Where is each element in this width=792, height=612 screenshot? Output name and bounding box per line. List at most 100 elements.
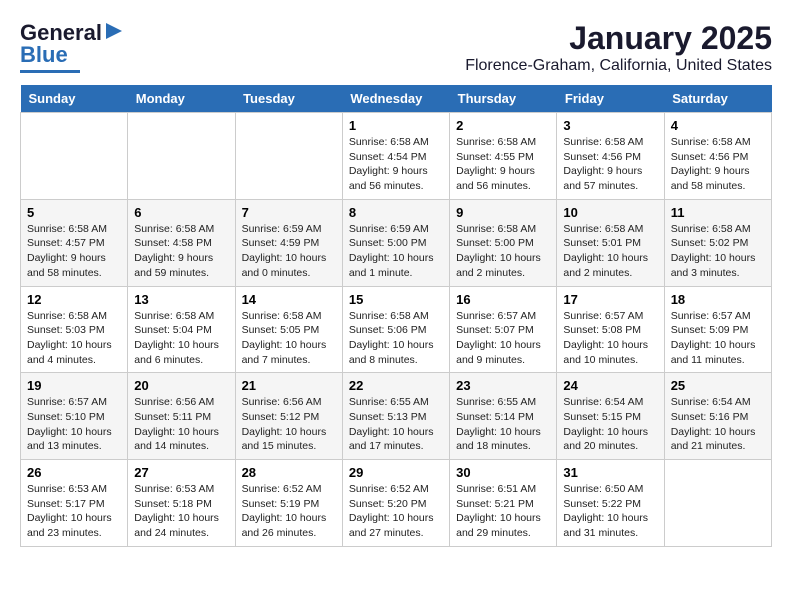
day-number: 5 — [27, 205, 121, 220]
calendar-cell: 13 Sunrise: 6:58 AM Sunset: 5:04 PM Dayl… — [128, 286, 235, 373]
sunset-text: Sunset: 5:13 PM — [349, 411, 427, 423]
day-number: 8 — [349, 205, 443, 220]
header-tuesday: Tuesday — [235, 85, 342, 113]
day-number: 10 — [563, 205, 657, 220]
sunrise-text: Sunrise: 6:57 AM — [456, 310, 536, 322]
daylight-text: Daylight: 10 hours and 20 minutes. — [563, 426, 648, 453]
sunrise-text: Sunrise: 6:57 AM — [27, 396, 107, 408]
sunrise-text: Sunrise: 6:55 AM — [456, 396, 536, 408]
logo-blue: Blue — [20, 42, 68, 68]
calendar-cell: 15 Sunrise: 6:58 AM Sunset: 5:06 PM Dayl… — [342, 286, 449, 373]
calendar-cell: 8 Sunrise: 6:59 AM Sunset: 5:00 PM Dayli… — [342, 199, 449, 286]
daylight-text: Daylight: 10 hours and 8 minutes. — [349, 339, 434, 366]
day-number: 14 — [242, 292, 336, 307]
calendar-cell: 4 Sunrise: 6:58 AM Sunset: 4:56 PM Dayli… — [664, 113, 771, 200]
header-monday: Monday — [128, 85, 235, 113]
calendar-cell: 3 Sunrise: 6:58 AM Sunset: 4:56 PM Dayli… — [557, 113, 664, 200]
logo-arrow-icon — [104, 21, 124, 41]
calendar-cell: 18 Sunrise: 6:57 AM Sunset: 5:09 PM Dayl… — [664, 286, 771, 373]
daylight-text: Daylight: 10 hours and 31 minutes. — [563, 512, 648, 539]
sunrise-text: Sunrise: 6:58 AM — [349, 136, 429, 148]
header-saturday: Saturday — [664, 85, 771, 113]
day-number: 7 — [242, 205, 336, 220]
calendar-cell: 31 Sunrise: 6:50 AM Sunset: 5:22 PM Dayl… — [557, 460, 664, 547]
calendar-cell: 16 Sunrise: 6:57 AM Sunset: 5:07 PM Dayl… — [450, 286, 557, 373]
calendar-cell: 5 Sunrise: 6:58 AM Sunset: 4:57 PM Dayli… — [21, 199, 128, 286]
sunrise-text: Sunrise: 6:58 AM — [134, 310, 214, 322]
sunset-text: Sunset: 5:22 PM — [563, 498, 641, 510]
sunset-text: Sunset: 4:57 PM — [27, 237, 105, 249]
sunrise-text: Sunrise: 6:58 AM — [563, 136, 643, 148]
daylight-text: Daylight: 10 hours and 18 minutes. — [456, 426, 541, 453]
day-number: 19 — [27, 378, 121, 393]
calendar-cell: 14 Sunrise: 6:58 AM Sunset: 5:05 PM Dayl… — [235, 286, 342, 373]
daylight-text: Daylight: 9 hours and 58 minutes. — [27, 252, 106, 279]
sunrise-text: Sunrise: 6:57 AM — [671, 310, 751, 322]
day-number: 9 — [456, 205, 550, 220]
calendar-cell: 6 Sunrise: 6:58 AM Sunset: 4:58 PM Dayli… — [128, 199, 235, 286]
sunset-text: Sunset: 4:58 PM — [134, 237, 212, 249]
header-thursday: Thursday — [450, 85, 557, 113]
daylight-text: Daylight: 9 hours and 56 minutes. — [349, 165, 428, 192]
day-number: 26 — [27, 465, 121, 480]
sunrise-text: Sunrise: 6:52 AM — [242, 483, 322, 495]
day-number: 30 — [456, 465, 550, 480]
daylight-text: Daylight: 10 hours and 17 minutes. — [349, 426, 434, 453]
day-number: 23 — [456, 378, 550, 393]
day-number: 25 — [671, 378, 765, 393]
sunset-text: Sunset: 5:15 PM — [563, 411, 641, 423]
daylight-text: Daylight: 10 hours and 23 minutes. — [27, 512, 112, 539]
calendar-cell: 11 Sunrise: 6:58 AM Sunset: 5:02 PM Dayl… — [664, 199, 771, 286]
daylight-text: Daylight: 10 hours and 14 minutes. — [134, 426, 219, 453]
day-number: 29 — [349, 465, 443, 480]
page-subtitle: Florence-Graham, California, United Stat… — [465, 57, 772, 75]
calendar-cell: 20 Sunrise: 6:56 AM Sunset: 5:11 PM Dayl… — [128, 373, 235, 460]
sunset-text: Sunset: 5:21 PM — [456, 498, 534, 510]
sunrise-text: Sunrise: 6:58 AM — [349, 310, 429, 322]
sunrise-text: Sunrise: 6:58 AM — [27, 310, 107, 322]
sunset-text: Sunset: 5:03 PM — [27, 324, 105, 336]
daylight-text: Daylight: 9 hours and 57 minutes. — [563, 165, 642, 192]
sunrise-text: Sunrise: 6:50 AM — [563, 483, 643, 495]
daylight-text: Daylight: 10 hours and 2 minutes. — [456, 252, 541, 279]
calendar-week-row: 12 Sunrise: 6:58 AM Sunset: 5:03 PM Dayl… — [21, 286, 772, 373]
sunset-text: Sunset: 4:59 PM — [242, 237, 320, 249]
sunrise-text: Sunrise: 6:58 AM — [27, 223, 107, 235]
sunrise-text: Sunrise: 6:59 AM — [349, 223, 429, 235]
daylight-text: Daylight: 10 hours and 2 minutes. — [563, 252, 648, 279]
day-number: 17 — [563, 292, 657, 307]
day-number: 24 — [563, 378, 657, 393]
sunset-text: Sunset: 5:05 PM — [242, 324, 320, 336]
sunset-text: Sunset: 5:06 PM — [349, 324, 427, 336]
day-number: 15 — [349, 292, 443, 307]
logo-divider — [20, 70, 80, 73]
sunrise-text: Sunrise: 6:53 AM — [27, 483, 107, 495]
day-number: 20 — [134, 378, 228, 393]
calendar-cell — [128, 113, 235, 200]
calendar-cell: 12 Sunrise: 6:58 AM Sunset: 5:03 PM Dayl… — [21, 286, 128, 373]
daylight-text: Daylight: 10 hours and 4 minutes. — [27, 339, 112, 366]
calendar-cell: 9 Sunrise: 6:58 AM Sunset: 5:00 PM Dayli… — [450, 199, 557, 286]
calendar-cell: 19 Sunrise: 6:57 AM Sunset: 5:10 PM Dayl… — [21, 373, 128, 460]
calendar-cell — [235, 113, 342, 200]
calendar-cell — [21, 113, 128, 200]
daylight-text: Daylight: 10 hours and 29 minutes. — [456, 512, 541, 539]
sunset-text: Sunset: 5:10 PM — [27, 411, 105, 423]
calendar-cell: 1 Sunrise: 6:58 AM Sunset: 4:54 PM Dayli… — [342, 113, 449, 200]
daylight-text: Daylight: 10 hours and 3 minutes. — [671, 252, 756, 279]
sunset-text: Sunset: 5:18 PM — [134, 498, 212, 510]
weekday-header-row: Sunday Monday Tuesday Wednesday Thursday… — [21, 85, 772, 113]
calendar-cell: 25 Sunrise: 6:54 AM Sunset: 5:16 PM Dayl… — [664, 373, 771, 460]
daylight-text: Daylight: 9 hours and 58 minutes. — [671, 165, 750, 192]
day-number: 27 — [134, 465, 228, 480]
calendar-cell: 2 Sunrise: 6:58 AM Sunset: 4:55 PM Dayli… — [450, 113, 557, 200]
day-number: 22 — [349, 378, 443, 393]
daylight-text: Daylight: 10 hours and 24 minutes. — [134, 512, 219, 539]
calendar-cell: 26 Sunrise: 6:53 AM Sunset: 5:17 PM Dayl… — [21, 460, 128, 547]
calendar-cell: 10 Sunrise: 6:58 AM Sunset: 5:01 PM Dayl… — [557, 199, 664, 286]
sunset-text: Sunset: 4:56 PM — [671, 151, 749, 163]
sunset-text: Sunset: 5:09 PM — [671, 324, 749, 336]
day-number: 6 — [134, 205, 228, 220]
sunrise-text: Sunrise: 6:58 AM — [456, 223, 536, 235]
daylight-text: Daylight: 10 hours and 27 minutes. — [349, 512, 434, 539]
